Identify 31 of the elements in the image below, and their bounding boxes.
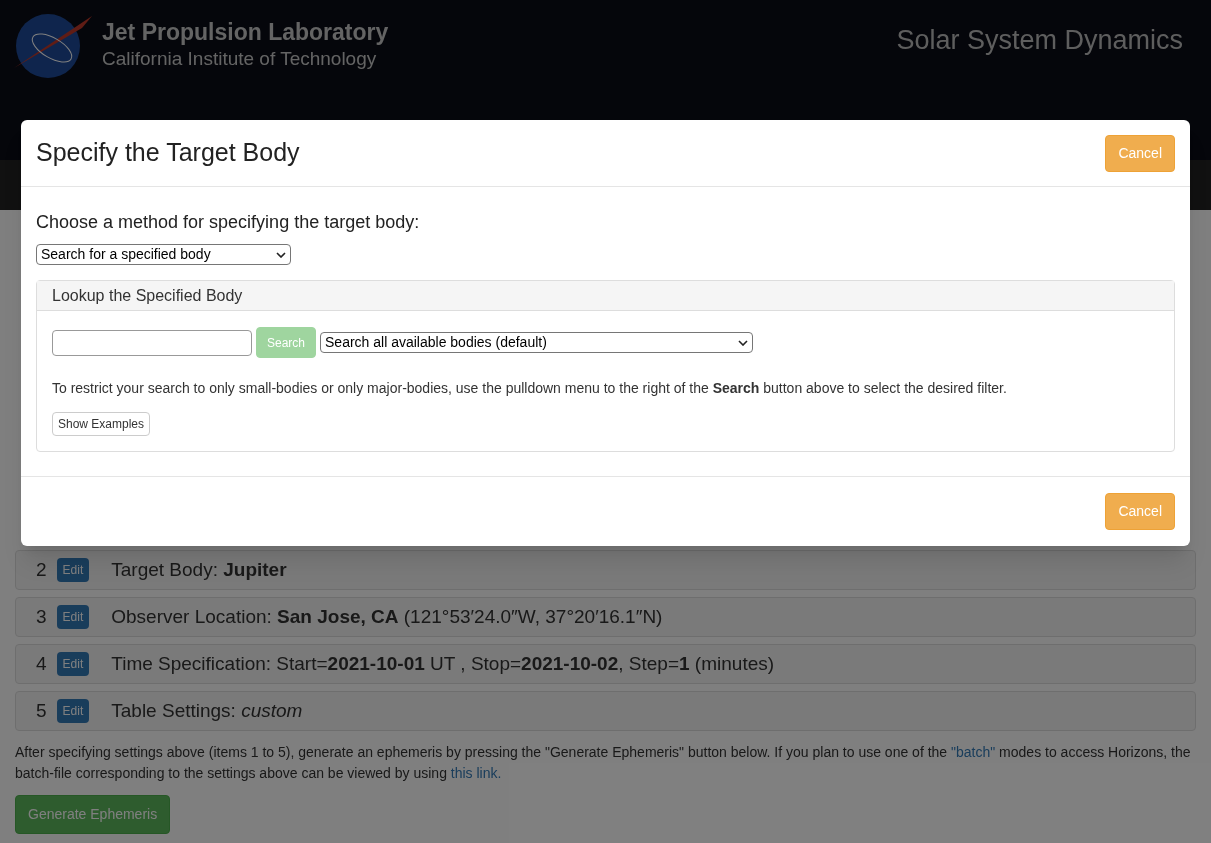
search-field[interactable] <box>52 329 252 356</box>
row-number: 4 <box>36 651 47 676</box>
setting-text: Observer Location: San Jose, CA (121°53′24.0″W, 37°20′16.1″N) <box>111 604 663 629</box>
header-subtitle: California Institute of Technology <box>102 46 378 71</box>
instructions-text: After specifying settings above (items 1 to 5), generate an ephemeris by pressing the "Generate Ephemeris" button below. If you plan to use one of the "batch" modes to access Horizons, the batch-file corresponding to the settings above can be viewed by using this link. <box>15 743 1192 783</box>
caret-icon <box>276 251 286 258</box>
row-number: 2 <box>36 557 47 582</box>
row-number: 5 <box>36 698 47 723</box>
header-title: Jet Propulsion Laboratory <box>102 17 389 47</box>
link[interactable]: this link. <box>450 765 502 781</box>
edit-button[interactable]: Edit <box>56 558 90 582</box>
setting-text: Table Settings: custom <box>111 698 303 723</box>
link[interactable]: "batch" <box>951 744 996 760</box>
section-title: Solar System Dynamics <box>896 24 1184 57</box>
method-select[interactable]: Search for a specified body <box>36 244 291 265</box>
edit-button[interactable]: Edit <box>56 699 90 723</box>
setting-text: Time Specification: Start=2021-10-01 UT , Stop=2021-10-02, Step=1 (minutes) <box>111 651 775 676</box>
generate-button[interactable]: Generate Ephemeris <box>15 795 171 834</box>
edit-button[interactable]: Edit <box>56 605 90 629</box>
method-label: Choose a method for specifying the target body: <box>36 211 421 234</box>
filter-select[interactable]: Search all available bodies (default) <box>320 332 754 353</box>
modal-title: Specify the Target Body <box>36 137 300 169</box>
cancel-button[interactable]: Cancel <box>1105 493 1175 530</box>
help-text: To restrict your search to only small-bodies or only major-bodies, use the pulldown menu to the right of the Search button above to select the desired filter. <box>52 379 1008 398</box>
panel-heading: Lookup the Specified Body <box>37 281 1174 311</box>
cancel-button[interactable]: Cancel <box>1105 134 1175 172</box>
caret-icon <box>738 339 749 346</box>
row-number: 3 <box>36 604 47 629</box>
setting-text: Target Body: Jupiter <box>111 557 287 582</box>
show-examples-button[interactable]: Show Examples <box>52 412 151 436</box>
edit-button[interactable]: Edit <box>56 652 90 676</box>
